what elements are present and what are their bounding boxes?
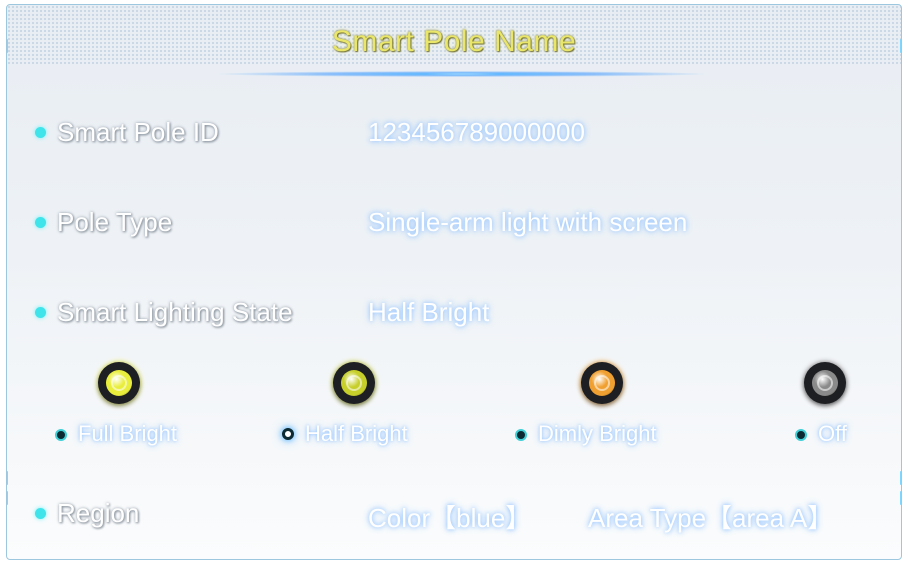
dimly-bright-option-label[interactable]: Dimly Bright [538,421,657,447]
half-bright-option-label[interactable]: Half Bright [305,421,408,447]
full-bright-radio[interactable] [55,429,67,441]
lighting-state-value: Half Bright [368,297,490,327]
pole-type-label: Pole Type [57,207,173,237]
bullet-dot [35,307,46,318]
dimly-bright-lamp-icon [581,362,623,404]
lamp-bulb [812,370,838,396]
bullet-dot [35,127,46,138]
off-lamp-icon [804,362,846,404]
half-bright-lamp-icon [333,362,375,404]
smart-pole-panel: Smart Pole Name Smart Pole ID 1234567890… [6,4,902,560]
title-glow-divider [217,71,707,77]
smart-pole-id-label: Smart Pole ID [57,117,219,147]
half-bright-radio[interactable] [282,428,294,440]
lighting-state-label: Smart Lighting State [57,297,293,327]
lamp-bulb [106,370,132,396]
panel-edge-marker [900,491,901,505]
off-option-label[interactable]: Off [818,421,847,447]
region-label: Region [57,498,140,528]
dimly-bright-radio[interactable] [515,429,527,441]
bullet-dot [35,217,46,228]
lamp-bulb [589,370,615,396]
panel-edge-marker [7,471,8,485]
full-bright-lamp-icon [98,362,140,404]
off-radio[interactable] [795,429,807,441]
region-color-value: Color【blue】 [368,503,532,533]
lamp-bulb [341,370,367,396]
region-area-type-value: Area Type【area A】 [588,503,834,533]
panel-edge-marker [900,471,901,485]
panel-title: Smart Pole Name [331,25,577,58]
full-bright-option-label[interactable]: Full Bright [78,421,177,447]
bullet-dot [35,508,46,519]
panel-edge-marker [7,491,8,505]
pole-type-value: Single-arm light with screen [368,207,688,237]
smart-pole-id-value: 123456789000000 [368,117,585,147]
